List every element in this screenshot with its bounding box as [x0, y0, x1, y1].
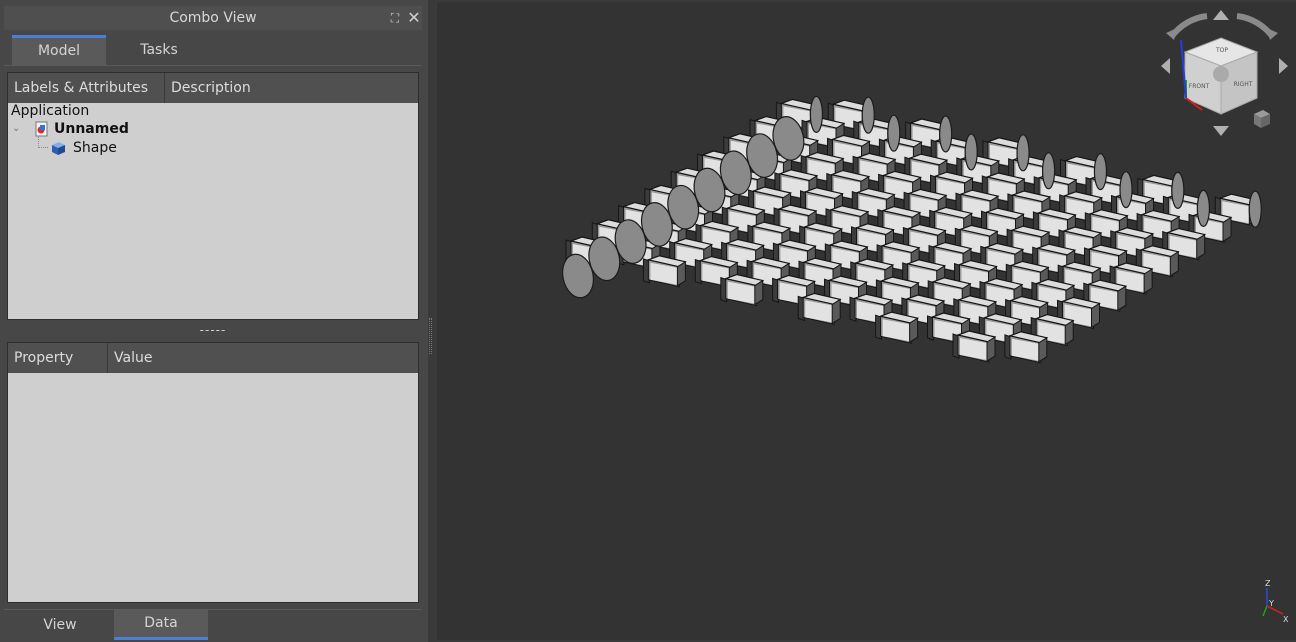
- tab-view[interactable]: View: [12, 610, 108, 640]
- axis-z-label: Z: [1265, 579, 1271, 588]
- axis-indicator: Z Y X: [1262, 579, 1289, 624]
- column-value[interactable]: Value: [108, 343, 418, 373]
- tube-end: [1248, 190, 1262, 228]
- tube-end: [1171, 171, 1185, 209]
- axis-y-label: Y: [1268, 599, 1274, 608]
- model-tree[interactable]: Labels & Attributes Description Applicat…: [7, 72, 419, 320]
- tab-data[interactable]: Data: [114, 610, 208, 640]
- tube-end: [964, 133, 978, 171]
- cube-face-label: FRONT: [1189, 83, 1210, 90]
- nav-left-arrow-icon[interactable]: [1161, 58, 1170, 74]
- property-view[interactable]: Property Value: [7, 342, 419, 603]
- navigation-cube[interactable]: TOP FRONT RIGHT: [1153, 8, 1293, 144]
- tube-end: [1093, 153, 1108, 191]
- column-labels-attributes[interactable]: Labels & Attributes: [8, 73, 165, 103]
- nav-right-arrow-icon[interactable]: [1279, 58, 1288, 74]
- panel-splitter-handle[interactable]: -----: [193, 324, 233, 336]
- tree-item-shape[interactable]: Shape: [50, 139, 410, 157]
- tube-end: [939, 115, 953, 153]
- expand-arrow-icon[interactable]: ⌄: [12, 120, 20, 138]
- nav-down-arrow-icon[interactable]: [1213, 126, 1229, 136]
- combo-tabbar: Model Tasks: [4, 35, 422, 65]
- nav-up-arrow-icon[interactable]: [1213, 10, 1229, 20]
- tree-branch-line: [38, 137, 48, 148]
- 3d-viewport[interactable]: TOP FRONT RIGHT Z Y X: [437, 2, 1296, 640]
- document-label: Unnamed: [54, 121, 129, 137]
- axis-x-label: X: [1283, 615, 1289, 624]
- combo-view-titlebar: Combo View ⛶ ✕: [4, 6, 422, 30]
- document-icon: [35, 121, 48, 137]
- column-property[interactable]: Property: [8, 343, 108, 373]
- cube-face-label: TOP: [1215, 47, 1228, 54]
- tube-end: [1041, 152, 1056, 190]
- tree-header: Labels & Attributes Description: [8, 73, 418, 103]
- tube-end: [1016, 134, 1030, 172]
- rotate-right-arrow-icon[interactable]: [1236, 13, 1275, 38]
- tab-tasks[interactable]: Tasks: [114, 35, 204, 65]
- close-icon[interactable]: ✕: [406, 6, 422, 30]
- tube-end: [809, 95, 824, 134]
- tube-end: [887, 114, 901, 152]
- tube-end: [1119, 171, 1133, 209]
- rotate-left-arrow-icon[interactable]: [1169, 13, 1208, 38]
- column-description[interactable]: Description: [165, 73, 418, 103]
- combo-view-panel: Combo View ⛶ ✕ Model Tasks Labels & Attr…: [0, 0, 428, 642]
- shape-label: Shape: [73, 140, 117, 156]
- float-icon[interactable]: ⛶: [388, 6, 402, 30]
- tree-item-document[interactable]: ⌄ Unnamed: [12, 120, 412, 138]
- view-menu-cube-icon[interactable]: [1254, 110, 1270, 128]
- combo-view-title: Combo View: [169, 10, 257, 26]
- main-splitter[interactable]: [429, 318, 432, 354]
- tab-model[interactable]: Model: [12, 35, 106, 65]
- part-cube-icon: [52, 142, 65, 155]
- view-cube-icon[interactable]: TOP FRONT RIGHT: [1180, 37, 1259, 115]
- tab-divider: [4, 65, 422, 66]
- property-header: Property Value: [8, 343, 418, 373]
- cube-face-label: RIGHT: [1234, 81, 1253, 88]
- tube-end: [1196, 189, 1211, 227]
- property-tabbar: View Data: [4, 610, 422, 640]
- tree-root-label: Application: [11, 103, 90, 119]
- tube-end: [861, 96, 875, 134]
